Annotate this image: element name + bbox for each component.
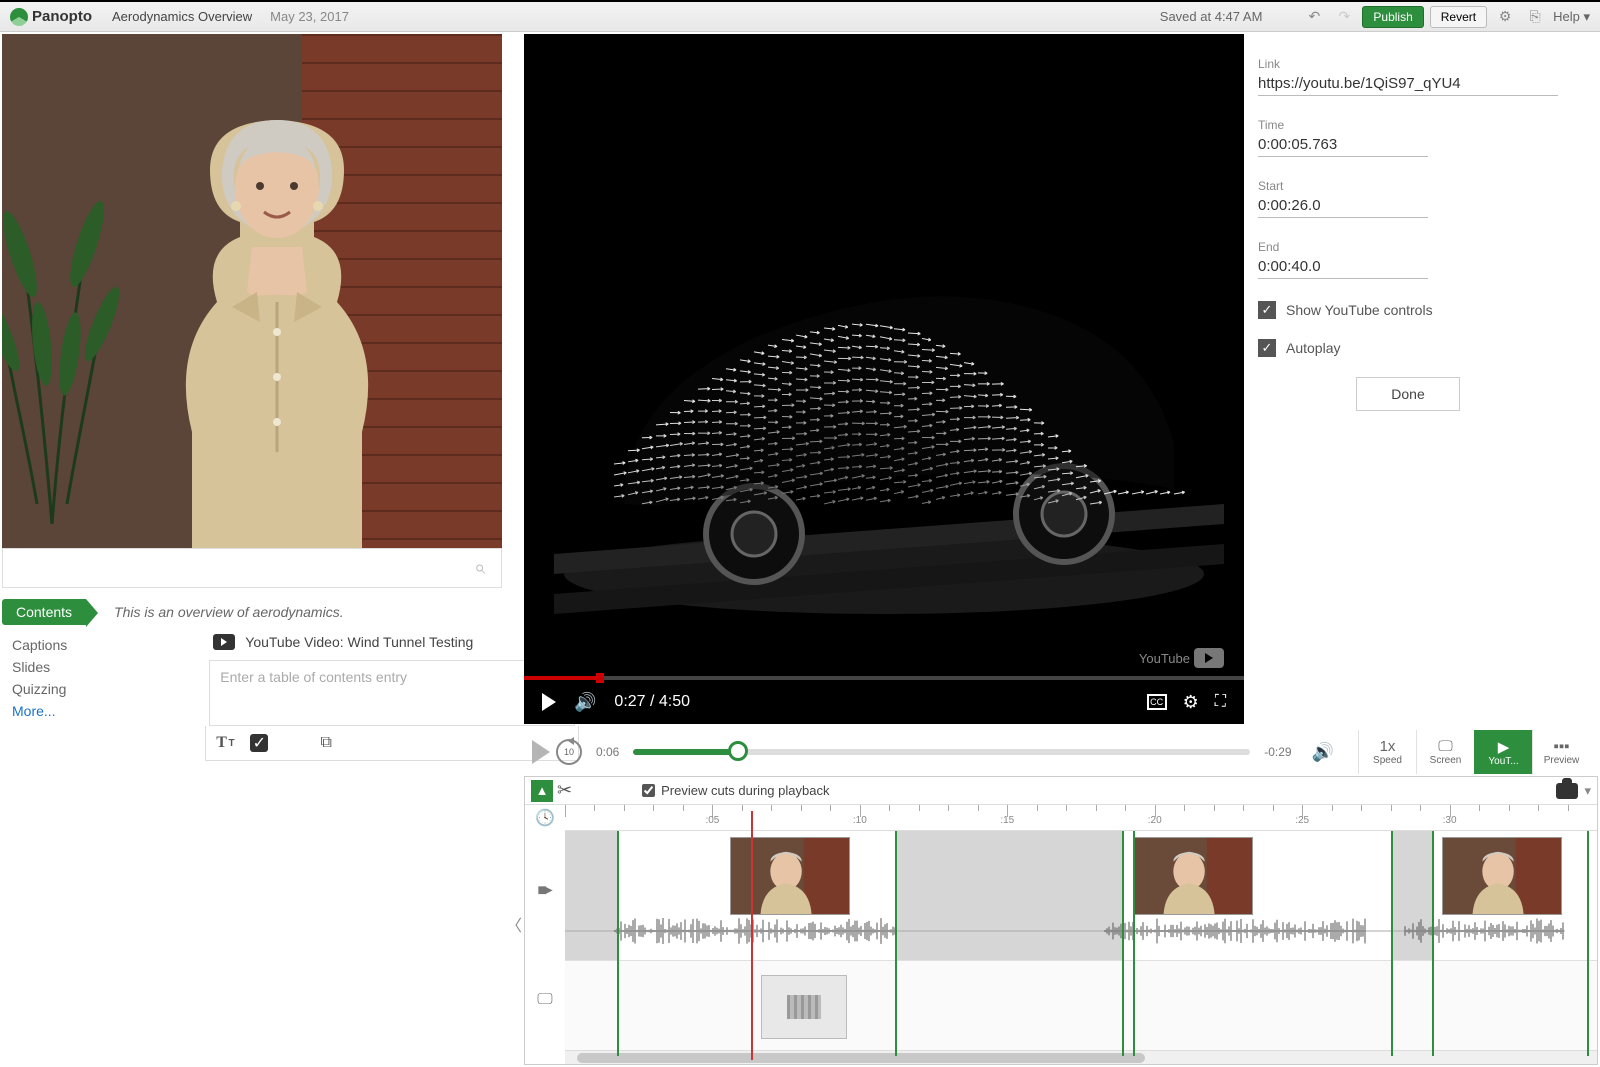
clock-icon: 🕓 (535, 805, 555, 831)
youtube-watermark: YouTube (1139, 648, 1224, 668)
youtube-insert-icon[interactable] (282, 734, 302, 752)
editor-playbar: 10 0:06 -0:29 🔊 1xSpeed 🖵Screen ▶YouT...… (524, 732, 1598, 772)
screen-track-icon: 🖵 (537, 950, 552, 1050)
start-input[interactable]: 0:00:26.0 (1258, 197, 1428, 218)
link-input[interactable]: https://youtu.be/1QiS97_qYU4 (1258, 75, 1558, 96)
undo-icon[interactable]: ↶ (1302, 6, 1326, 28)
youtube-stream-button[interactable]: ▶YouT... (1474, 730, 1532, 774)
snapshot-menu-icon[interactable]: ▾ (1584, 783, 1591, 799)
screen-track[interactable] (565, 961, 1597, 1057)
session-date: May 23, 2017 (270, 9, 349, 24)
editor-volume-icon[interactable]: 🔊 (1312, 742, 1334, 763)
search-row: ⌕ (2, 548, 502, 588)
timeline-scrollbar[interactable] (565, 1050, 1597, 1064)
tab-contents[interactable]: Contents (2, 599, 86, 625)
collapse-left-icon[interactable]: 〈 (506, 912, 522, 936)
end-label: End (1258, 240, 1428, 254)
gear-icon[interactable]: ⚙ (1493, 6, 1517, 28)
cc-button[interactable]: CC (1147, 694, 1167, 710)
tab-captions[interactable]: Captions (2, 634, 77, 656)
youtube-icon (213, 634, 235, 650)
settings-icon[interactable]: ⚙ (1183, 692, 1199, 713)
tab-slides[interactable]: Slides (2, 656, 77, 678)
clipboard-icon[interactable]: ✓ (250, 734, 268, 752)
brand-name: Panopto (32, 8, 92, 25)
properties-panel: Link https://youtu.be/1QiS97_qYU4 Time 0:0… (1258, 57, 1588, 411)
snapshot-icon[interactable] (1556, 783, 1578, 799)
pointer-tool-icon[interactable]: ▲ (531, 780, 553, 802)
help-menu[interactable]: Help ▾ (1553, 9, 1590, 25)
tab-more[interactable]: More... (2, 700, 77, 722)
video-clip-thumb[interactable] (730, 837, 850, 915)
play-button[interactable] (542, 693, 556, 711)
publish-button[interactable]: Publish (1362, 6, 1423, 28)
slide-clip-thumb[interactable] (761, 975, 847, 1039)
link-icon[interactable]: ⧉ (316, 734, 336, 752)
save-status: Saved at 4:47 AM (1160, 9, 1263, 24)
session-title: Aerodynamics Overview (112, 9, 252, 24)
show-controls-checkbox[interactable]: ✓Show YouTube controls (1258, 301, 1558, 319)
screen-stream-button[interactable]: 🖵Screen (1416, 730, 1474, 774)
secondary-video: YouTube 🔊 0:27 / 4:50 CC ⚙ ⛶ (524, 34, 1244, 724)
presenter-video[interactable] (2, 34, 502, 548)
toc-entry-input[interactable]: Enter a table of contents entry (209, 660, 575, 726)
video-clip-thumb[interactable] (1442, 837, 1562, 915)
tab-quizzing[interactable]: Quizzing (2, 678, 77, 700)
preview-cuts-checkbox[interactable]: Preview cuts during playback (642, 783, 829, 798)
editor-play-button[interactable] (532, 740, 550, 764)
contents-description: This is an overview of aerodynamics. (114, 604, 344, 620)
playhead[interactable] (751, 811, 753, 1060)
search-icon[interactable]: ⌕ (474, 557, 485, 580)
topbar: Panopto Aerodynamics Overview May 23, 20… (0, 2, 1600, 32)
redo-icon[interactable]: ↷ (1332, 6, 1356, 28)
panopto-icon (10, 8, 28, 26)
toc-item-label: YouTube Video: Wind Tunnel Testing (245, 634, 473, 650)
link-label: Link (1258, 57, 1558, 71)
start-label: Start (1258, 179, 1428, 193)
preview-layout-button[interactable]: ▪▪▪Preview (1532, 730, 1590, 774)
text-tool-icon[interactable]: TT (216, 734, 236, 752)
volume-icon[interactable]: 🔊 (574, 692, 596, 713)
camera-track-icon: ■▶ (537, 831, 552, 950)
editor-scrubber[interactable] (633, 749, 1250, 755)
rewind-10-button[interactable]: 10 (556, 739, 582, 765)
editor-position: 0:06 (596, 745, 619, 759)
editor-remaining: -0:29 (1264, 745, 1291, 759)
time-label: Time (1258, 118, 1428, 132)
time-input[interactable]: 0:00:05.763 (1258, 136, 1428, 157)
brand-logo: Panopto (10, 8, 92, 26)
done-button[interactable]: Done (1356, 377, 1459, 411)
end-input[interactable]: 0:00:40.0 (1258, 258, 1428, 279)
video-track[interactable] (565, 831, 1597, 961)
export-icon[interactable]: ⎘ (1523, 6, 1547, 28)
progress-bar[interactable] (524, 676, 1244, 680)
fullscreen-icon[interactable]: ⛶ (1215, 693, 1226, 711)
revert-button[interactable]: Revert (1430, 6, 1487, 28)
timeline: ▲ ✂ Preview cuts during playback ▾ 🕓 ■▶ … (524, 776, 1598, 1065)
time-display: 0:27 / 4:50 (614, 693, 690, 711)
timeline-ruler[interactable]: :05:10:15:20:25:30 (565, 805, 1597, 831)
video-controls: 🔊 0:27 / 4:50 CC ⚙ ⛶ (524, 680, 1244, 724)
speed-button[interactable]: 1xSpeed (1358, 730, 1416, 774)
video-clip-thumb[interactable] (1133, 837, 1253, 915)
autoplay-checkbox[interactable]: ✓Autoplay (1258, 339, 1558, 357)
cut-tool-icon[interactable]: ✂ (557, 780, 572, 801)
